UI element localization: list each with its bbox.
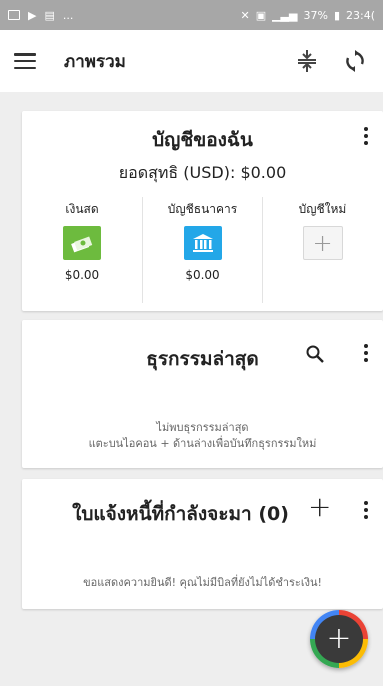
battery-icon: ▮ (333, 8, 340, 22)
net-label: ยอดสุทธิ (USD): (118, 163, 236, 182)
account-label: เงินสด (65, 202, 99, 216)
reorder-button[interactable] (293, 47, 321, 75)
reorder-icon (298, 50, 316, 72)
add-transaction-fab[interactable]: + (310, 610, 368, 668)
app-bar: ภาพรวม (0, 30, 383, 92)
transactions-title: ธุรกรรมล่าสุด (146, 348, 259, 370)
battery-percent: 37% (303, 8, 328, 22)
net-value: $0.00 (240, 163, 287, 182)
bank-icon (183, 226, 222, 260)
search-icon (306, 345, 324, 363)
account-value: $0.00 (185, 268, 220, 282)
transactions-card: ธุรกรรมล่าสุด ไม่พบธุรกรรมล่าสุด แตะบนไอ… (22, 320, 383, 468)
accounts-title: บัญชีของฉัน (152, 129, 253, 151)
account-new[interactable]: บัญชีใหม่ + (262, 197, 382, 303)
account-value: $0.00 (64, 268, 100, 282)
bills-empty-message: ขอแสดงความยินดี! คุณไม่มีบิลที่ยังไม่ได้… (83, 576, 322, 589)
status-right: ✕ ▣ ▁▃▅ 37% ▮ 23:4( (240, 9, 375, 22)
status-left-text: ... (62, 8, 74, 22)
add-bill-button[interactable]: + (308, 493, 331, 521)
transactions-more-icon[interactable] (363, 344, 369, 362)
sync-icon (346, 50, 364, 72)
nfc-icon: ▣ (255, 8, 267, 22)
mute-icon: ✕ (240, 8, 250, 22)
sync-button[interactable] (341, 47, 369, 75)
account-label: บัญชีธนาคาร (167, 202, 238, 216)
account-label: บัญชีใหม่ (298, 202, 347, 216)
search-button[interactable] (305, 344, 325, 368)
clock: 23:4( (346, 8, 375, 22)
bills-more-icon[interactable] (363, 501, 369, 519)
net-worth: ยอดสุทธิ (USD): $0.00 (22, 161, 383, 186)
plus-icon: + (302, 226, 343, 260)
chat-icon: ▤ (44, 8, 55, 22)
bills-card: ใบแจ้งหนี้ที่กำลังจะมา (0) + ขอแสดงความย… (22, 479, 383, 609)
accounts-card: บัญชีของฉัน ยอดสุทธิ (USD): $0.00 เงินสด… (22, 111, 383, 311)
status-left: ▶ ▤ ... (8, 9, 240, 22)
accounts-more-icon[interactable] (363, 127, 369, 145)
signal-icon: ▁▃▅ (272, 8, 298, 22)
account-bank[interactable]: บัญชีธนาคาร $0.00 (142, 197, 262, 303)
page-title: ภาพรวม (64, 51, 126, 72)
fab-plus-icon: + (315, 615, 363, 663)
transactions-empty-hint: แตะบนไอคอน + ด้านล่างเพื่อบันทึกธุรกรรมใ… (88, 437, 317, 450)
account-list: เงินสด $0.00 บัญชีธนาคาร $0.00 บัญชีใหม่… (22, 197, 382, 303)
account-cash[interactable]: เงินสด $0.00 (22, 197, 142, 303)
hamburger-menu-icon[interactable] (14, 53, 36, 69)
cash-icon (63, 226, 101, 260)
gallery-icon (8, 10, 20, 20)
status-bar: ▶ ▤ ... ✕ ▣ ▁▃▅ 37% ▮ 23:4( (0, 0, 383, 30)
play-icon: ▶ (28, 8, 37, 22)
